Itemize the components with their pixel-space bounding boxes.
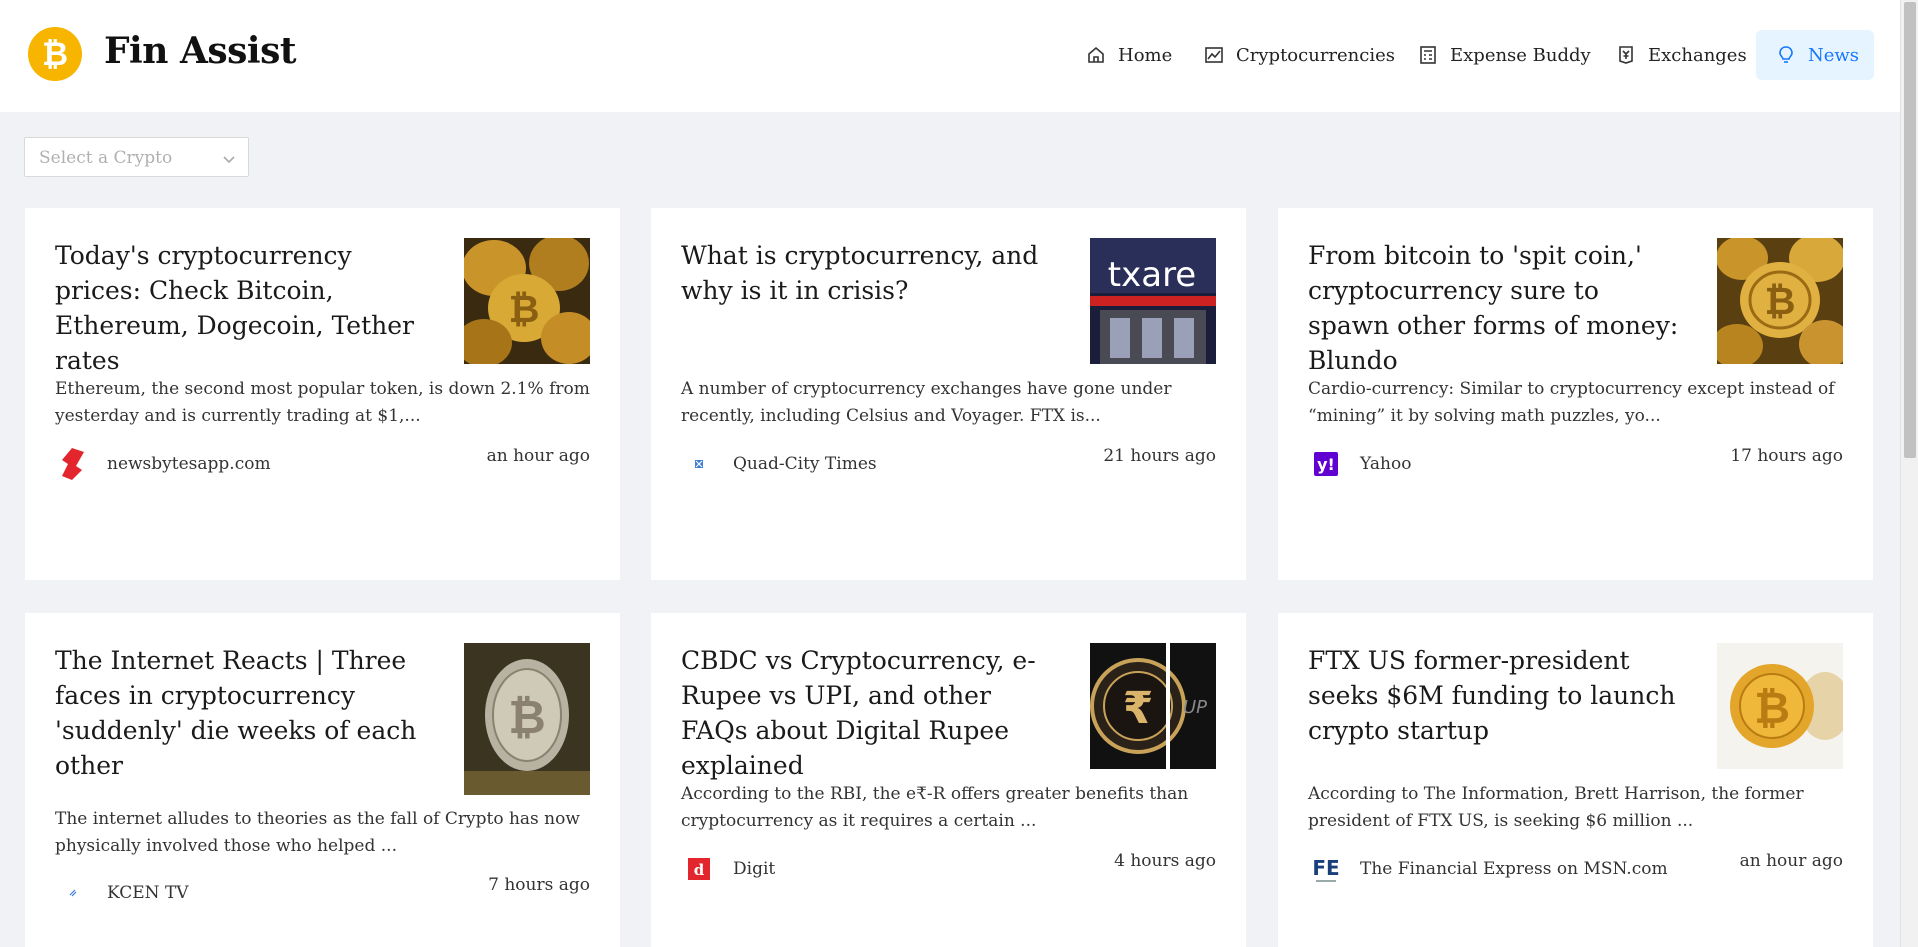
news-card-time: 17 hours ago	[1730, 446, 1843, 466]
line-chart-icon	[1204, 45, 1224, 65]
news-card-source-name: Yahoo	[1360, 454, 1412, 474]
bulb-icon	[1776, 45, 1796, 65]
news-card-time: an hour ago	[486, 446, 590, 466]
nav-news-label: News	[1808, 44, 1860, 66]
svg-text:FE: FE	[1312, 856, 1339, 880]
yahoo-logo-icon: y!	[1308, 446, 1344, 482]
svg-text:₿: ₿	[1754, 683, 1790, 734]
news-card-time: 7 hours ago	[488, 875, 590, 895]
rupee-coin-image: ₹ UP	[1090, 643, 1216, 769]
news-card-title[interactable]: Today's cryptocurrency prices: Check Bit…	[55, 238, 435, 378]
news-card-description: The internet alludes to theories as the …	[55, 809, 580, 856]
calculator-icon	[1418, 45, 1438, 65]
news-card-source-name: Quad-City Times	[733, 454, 877, 474]
nav-home-label: Home	[1118, 44, 1173, 66]
news-card-description: A number of cryptocurrency exchanges hav…	[681, 379, 1172, 426]
news-card-description: According to The Information, Brett Harr…	[1308, 784, 1804, 831]
news-card-source[interactable]: newsbytesapp.com	[55, 446, 271, 482]
news-card-source[interactable]: d Digit	[681, 851, 775, 887]
ftx-arena-image: txare	[1090, 238, 1216, 364]
home-icon	[1086, 45, 1106, 65]
svg-text:₿: ₿	[42, 35, 68, 73]
news-card-source-name: Digit	[733, 859, 776, 879]
news-card[interactable]: The Internet Reacts | Three faces in cry…	[25, 613, 620, 947]
bitcoin-logo-icon[interactable]: ₿	[28, 27, 82, 81]
nav-exchanges[interactable]: Exchanges	[1616, 30, 1747, 80]
top-header: ₿ Fin Assist Home Cryptocurrencies Expen…	[0, 0, 1900, 112]
news-card-title[interactable]: The Internet Reacts | Three faces in cry…	[55, 643, 435, 783]
news-card-time: 21 hours ago	[1103, 446, 1216, 466]
svg-text:txare: txare	[1108, 255, 1196, 295]
news-card-title[interactable]: From bitcoin to 'spit coin,' cryptocurre…	[1308, 238, 1688, 378]
news-card-time: 4 hours ago	[1114, 851, 1216, 871]
svg-text:y!: y!	[1317, 455, 1335, 474]
news-card[interactable]: What is cryptocurrency, and why is it in…	[651, 208, 1246, 580]
kcen-tv-logo-icon	[55, 875, 91, 911]
news-card[interactable]: Today's cryptocurrency prices: Check Bit…	[25, 208, 620, 580]
nav-home[interactable]: Home	[1086, 30, 1172, 80]
crypto-select[interactable]: Select a Crypto	[24, 137, 249, 177]
silver-bitcoin-image: ₿	[464, 643, 590, 795]
scrollbar-thumb[interactable]	[1904, 2, 1916, 458]
news-card-source[interactable]: Quad-City Times	[681, 446, 877, 482]
news-card-source-name: The Financial Express on MSN.com	[1360, 859, 1668, 879]
svg-text:₹: ₹	[1123, 683, 1154, 734]
news-card-description: Cardio-currency: Similar to cryptocurren…	[1308, 379, 1835, 426]
newsbytes-logo-icon	[55, 446, 91, 482]
gold-bitcoin-image: ₿	[1717, 643, 1843, 769]
nav-expense-buddy-label: Expense Buddy	[1450, 44, 1591, 66]
news-card-title[interactable]: CBDC vs Cryptocurrency, e-Rupee vs UPI, …	[681, 643, 1061, 783]
news-card-title[interactable]: FTX US former-president seeks $6M fundin…	[1308, 643, 1688, 748]
nav-cryptocurrencies[interactable]: Cryptocurrencies	[1204, 30, 1395, 80]
nav-cryptocurrencies-label: Cryptocurrencies	[1236, 44, 1395, 66]
page-scrollbar[interactable]	[1900, 0, 1918, 947]
svg-text:d: d	[694, 861, 705, 879]
news-card-source-name: newsbytesapp.com	[107, 454, 271, 474]
news-card-source[interactable]: KCEN TV	[55, 875, 189, 911]
financial-express-logo-icon: FE	[1308, 851, 1344, 887]
news-card-title[interactable]: What is cryptocurrency, and why is it in…	[681, 238, 1061, 308]
news-card-description: According to the RBI, the e₹-R offers gr…	[681, 784, 1189, 831]
bitcoin-pile-image: ₿	[1717, 238, 1843, 364]
app-title[interactable]: Fin Assist	[104, 30, 296, 72]
quad-city-times-logo-icon	[681, 446, 717, 482]
svg-text:₿: ₿	[509, 287, 540, 331]
svg-text:₿: ₿	[1765, 279, 1796, 323]
news-card-source[interactable]: FE The Financial Express on MSN.com	[1308, 851, 1668, 887]
news-card[interactable]: From bitcoin to 'spit coin,' cryptocurre…	[1278, 208, 1873, 580]
svg-text:₿: ₿	[508, 690, 546, 744]
digit-logo-icon: d	[681, 851, 717, 887]
news-card-description: Ethereum, the second most popular token,…	[55, 379, 590, 426]
money-collect-icon	[1616, 45, 1636, 65]
news-card-time: an hour ago	[1739, 851, 1843, 871]
nav-expense-buddy[interactable]: Expense Buddy	[1418, 30, 1591, 80]
news-card[interactable]: CBDC vs Cryptocurrency, e-Rupee vs UPI, …	[651, 613, 1246, 947]
nav-exchanges-label: Exchanges	[1648, 44, 1747, 66]
nav-news[interactable]: News	[1756, 30, 1874, 80]
chevron-down-icon	[222, 151, 236, 170]
news-card[interactable]: FTX US former-president seeks $6M fundin…	[1278, 613, 1873, 947]
svg-text:UP: UP	[1183, 697, 1207, 718]
news-card-source[interactable]: y! Yahoo	[1308, 446, 1411, 482]
gold-coins-image: ₿	[464, 238, 590, 364]
news-card-source-name: KCEN TV	[107, 883, 189, 903]
crypto-select-placeholder: Select a Crypto	[39, 148, 173, 168]
